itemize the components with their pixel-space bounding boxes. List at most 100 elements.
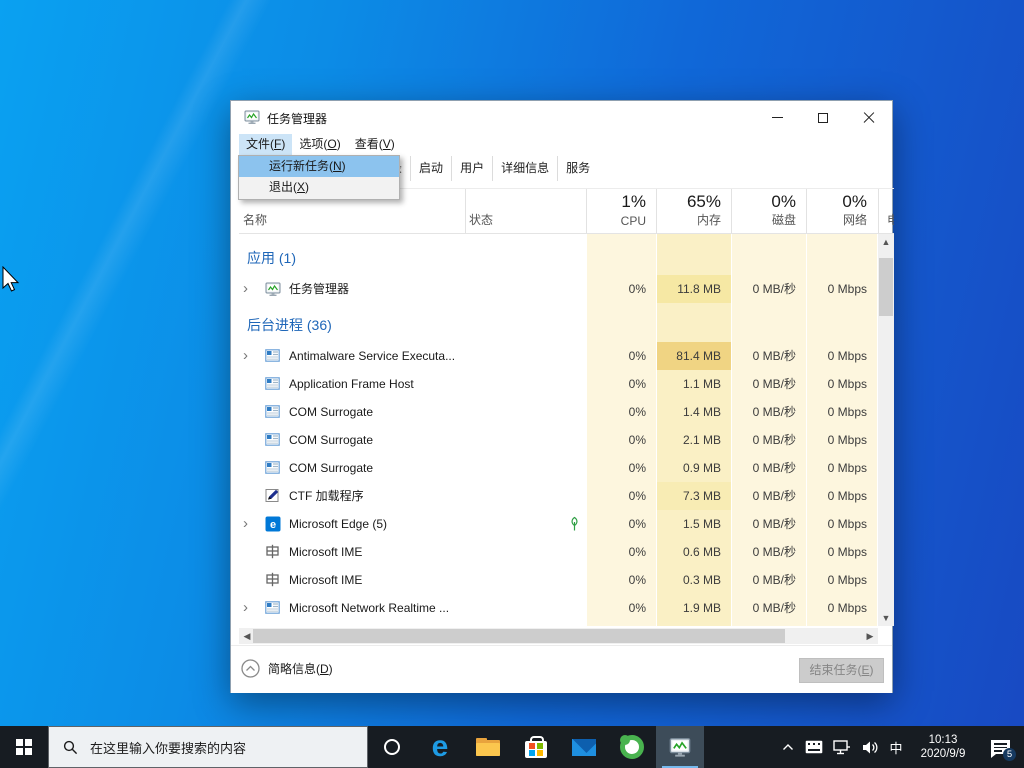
- process-name: 任务管理器: [289, 275, 559, 303]
- menu-item-exit[interactable]: 退出(X): [239, 177, 399, 198]
- column-disk[interactable]: 0% 磁盘: [732, 189, 806, 233]
- start-button[interactable]: [0, 726, 48, 768]
- process-row[interactable]: › 任务管理器 0% 11.8 MB 0 MB/秒 0 Mbps: [239, 275, 878, 303]
- title-bar[interactable]: 任务管理器: [231, 101, 892, 134]
- scroll-down-icon[interactable]: ▼: [878, 610, 894, 626]
- end-task-button[interactable]: 结束任务(E): [799, 658, 884, 683]
- suspended-leaf-icon: [567, 516, 583, 532]
- process-name: Microsoft Edge (5): [289, 510, 559, 538]
- menu-options[interactable]: 选项(O): [292, 134, 347, 155]
- memory-value: 1.9 MB: [657, 594, 731, 622]
- tray-clock[interactable]: 10:13 2020/9/9: [908, 726, 978, 768]
- details-toggle-label: 简略信息(D): [268, 660, 333, 677]
- close-icon: [863, 112, 875, 124]
- process-group-header[interactable]: 应用 (1): [239, 236, 587, 275]
- menu-view[interactable]: 查看(V): [348, 134, 402, 155]
- process-name: Antimalware Service Executa...: [289, 342, 559, 370]
- process-row[interactable]: › COM Surrogate 0% 0.9 MB 0 MB/秒 0 Mbps: [239, 454, 878, 482]
- tab-details[interactable]: 详细信息: [493, 156, 558, 181]
- chevron-up-circle-icon: [241, 659, 260, 678]
- network-value: 0 Mbps: [807, 594, 877, 622]
- process-row[interactable]: › Microsoft IME 0% 0.6 MB 0 MB/秒 0 Mbps: [239, 538, 878, 566]
- tray-expand-button[interactable]: [776, 726, 800, 768]
- column-power-partial[interactable]: 电: [887, 211, 894, 228]
- cpu-value: 0%: [587, 370, 656, 398]
- mail-icon: [572, 739, 596, 756]
- taskbar-search-input[interactable]: 在这里输入你要搜索的内容: [48, 726, 368, 768]
- column-name[interactable]: 名称: [243, 211, 267, 228]
- action-center-button[interactable]: 5: [978, 726, 1022, 768]
- browser-360-button[interactable]: [608, 726, 656, 768]
- minimize-button[interactable]: [754, 101, 800, 134]
- expand-chevron-icon[interactable]: ›: [243, 594, 257, 622]
- horizontal-scrollbar-thumb[interactable]: [253, 629, 785, 643]
- cpu-value: 0%: [587, 566, 656, 594]
- expand-chevron-icon[interactable]: ›: [243, 342, 257, 370]
- tab-users[interactable]: 用户: [452, 156, 493, 181]
- file-explorer-button[interactable]: [464, 726, 512, 768]
- ime-indicator[interactable]: 中: [884, 726, 908, 768]
- column-cpu[interactable]: 1% CPU: [587, 189, 656, 233]
- process-row[interactable]: › COM Surrogate 0% 2.1 MB 0 MB/秒 0 Mbps: [239, 426, 878, 454]
- scroll-right-icon[interactable]: ▶: [862, 628, 878, 644]
- network-button[interactable]: [828, 726, 856, 768]
- menu-item-run-new-task[interactable]: 运行新任务(N): [239, 156, 399, 177]
- column-memory[interactable]: 65% 内存: [657, 189, 731, 233]
- process-icon: [265, 572, 281, 588]
- process-row[interactable]: › Microsoft Network Realtime ... 0% 1.9 …: [239, 594, 878, 622]
- edge-button[interactable]: e: [416, 726, 464, 768]
- process-row[interactable]: › COM Surrogate 0% 1.4 MB 0 MB/秒 0 Mbps: [239, 398, 878, 426]
- details-toggle[interactable]: 简略信息(D): [241, 659, 333, 678]
- system-tray: 中 10:13 2020/9/9 5: [776, 726, 1022, 768]
- disk-value: 0 MB/秒: [732, 398, 806, 426]
- process-name: Application Frame Host: [289, 370, 559, 398]
- tab-startup[interactable]: 启动: [411, 156, 452, 181]
- cortana-button[interactable]: [368, 726, 416, 768]
- vertical-scrollbar-thumb[interactable]: [879, 258, 893, 316]
- vertical-scrollbar[interactable]: ▲ ▼: [878, 234, 894, 626]
- desktop[interactable]: 任务管理器 文件(F) 选项(O) 查看(V) 进程 性能 应用历史记录 启动 …: [0, 0, 1024, 768]
- volume-button[interactable]: [856, 726, 884, 768]
- close-button[interactable]: [846, 101, 892, 134]
- menu-file[interactable]: 文件(F): [239, 134, 292, 155]
- search-icon: [63, 740, 78, 755]
- network-value: 0 Mbps: [807, 538, 877, 566]
- memory-value: 7.3 MB: [657, 482, 731, 510]
- store-button[interactable]: [512, 726, 560, 768]
- process-row[interactable]: › Antimalware Service Executa... 0% 81.4…: [239, 342, 878, 370]
- process-row[interactable]: › Application Frame Host 0% 1.1 MB 0 MB/…: [239, 370, 878, 398]
- process-icon: [265, 432, 281, 448]
- mail-button[interactable]: [560, 726, 608, 768]
- column-network[interactable]: 0% 网络: [807, 189, 877, 233]
- expand-chevron-icon[interactable]: ›: [243, 510, 257, 538]
- column-status[interactable]: 状态: [469, 211, 493, 228]
- process-name: Microsoft Network Realtime ...: [289, 594, 559, 622]
- memory-value: 81.4 MB: [657, 342, 731, 370]
- process-row[interactable]: › CTF 加载程序 0% 7.3 MB 0 MB/秒 0 Mbps: [239, 482, 878, 510]
- process-icon: e: [265, 516, 281, 532]
- file-menu-dropdown: 运行新任务(N) 退出(X): [238, 155, 400, 200]
- scroll-up-icon[interactable]: ▲: [878, 234, 894, 250]
- cpu-value: 0%: [587, 342, 656, 370]
- memory-value: 1.4 MB: [657, 398, 731, 426]
- task-manager-taskbar-button[interactable]: [656, 726, 704, 768]
- process-row[interactable]: › Microsoft IME 0% 0.3 MB 0 MB/秒 0 Mbps: [239, 566, 878, 594]
- disk-label: 磁盘: [772, 211, 796, 228]
- task-manager-icon: [669, 736, 691, 758]
- maximize-button[interactable]: [800, 101, 846, 134]
- horizontal-scrollbar[interactable]: ◀ ▶: [239, 628, 878, 644]
- process-icon: [265, 544, 281, 560]
- network-value: 0 Mbps: [807, 426, 877, 454]
- expand-chevron-icon[interactable]: ›: [243, 275, 257, 303]
- mouse-cursor: [2, 266, 22, 296]
- memory-label: 内存: [697, 211, 721, 228]
- process-row[interactable]: › e Microsoft Edge (5) 0% 1.5 MB 0 MB/秒 …: [239, 510, 878, 538]
- search-placeholder-text: 在这里输入你要搜索的内容: [90, 738, 246, 757]
- process-icon: [265, 488, 281, 504]
- browser-360-icon: [620, 735, 644, 759]
- speaker-icon: [862, 740, 879, 755]
- touch-keyboard-button[interactable]: [800, 726, 828, 768]
- process-group-header[interactable]: 后台进程 (36): [239, 303, 587, 342]
- disk-value: 0 MB/秒: [732, 342, 806, 370]
- tab-services[interactable]: 服务: [558, 156, 598, 181]
